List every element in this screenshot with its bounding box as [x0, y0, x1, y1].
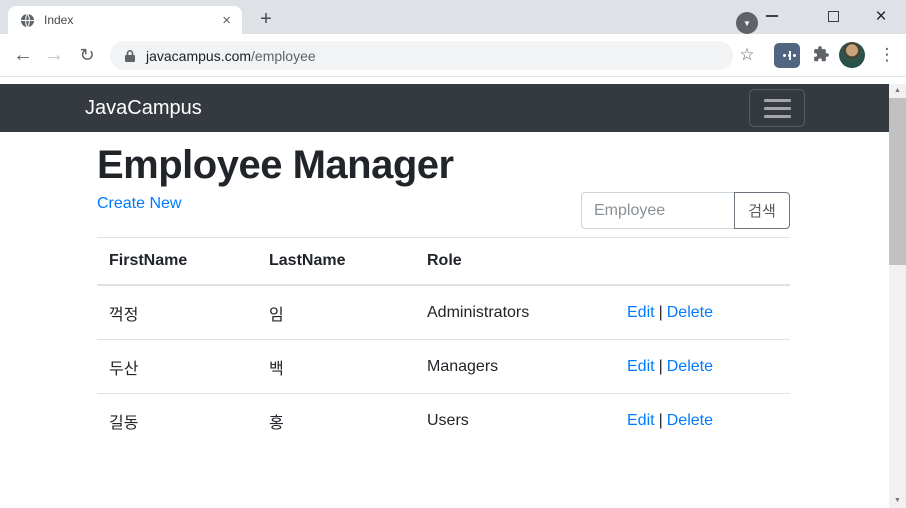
- table-row: 길동 홍 Users Edit|Delete: [97, 394, 790, 448]
- extensions-puzzle-icon[interactable]: [811, 46, 829, 69]
- header-role: Role: [415, 238, 615, 286]
- browser-menu-icon[interactable]: ⋮: [872, 34, 902, 76]
- navbar-toggler-button[interactable]: [749, 89, 805, 127]
- action-separator: |: [655, 358, 667, 375]
- window-maximize-button[interactable]: [816, 0, 850, 32]
- cell-firstname: 길동: [97, 394, 257, 448]
- window-minimize-button[interactable]: [755, 0, 789, 32]
- header-lastname: LastName: [257, 238, 415, 286]
- cell-role: Administrators: [415, 285, 615, 340]
- cell-lastname: 임: [257, 285, 415, 340]
- search-input[interactable]: [581, 192, 734, 229]
- maximize-icon: [828, 11, 839, 22]
- tab-close-icon[interactable]: ×: [219, 12, 234, 29]
- scrollbar-thumb[interactable]: [889, 98, 906, 265]
- header-actions: [615, 238, 790, 286]
- minimize-icon: [766, 15, 778, 17]
- edit-link[interactable]: Edit: [627, 412, 655, 429]
- cell-firstname: 두산: [97, 340, 257, 394]
- bookmark-star-icon[interactable]: ☆: [733, 34, 761, 76]
- url-path: /employee: [251, 48, 316, 64]
- forward-icon: →: [39, 34, 69, 76]
- app-navbar: JavaCampus: [0, 84, 889, 132]
- lock-icon: [124, 49, 136, 63]
- cell-actions: Edit|Delete: [615, 394, 790, 448]
- cell-role: Managers: [415, 340, 615, 394]
- scroll-down-icon[interactable]: ▼: [889, 494, 906, 508]
- table-header-row: FirstName LastName Role: [97, 238, 790, 286]
- cell-firstname: 꺽정: [97, 285, 257, 340]
- cell-lastname: 백: [257, 340, 415, 394]
- page-scrollbar: ▲ ▼: [889, 84, 906, 508]
- tab-strip: Index × + ▼ ×: [0, 0, 906, 34]
- delete-link[interactable]: Delete: [667, 304, 713, 321]
- table-row: 꺽정 임 Administrators Edit|Delete: [97, 285, 790, 340]
- address-bar[interactable]: javacampus.com/employee: [110, 41, 733, 70]
- search-button[interactable]: 검색: [734, 192, 790, 229]
- edit-link[interactable]: Edit: [627, 304, 655, 321]
- hamburger-icon: [764, 107, 791, 110]
- extension-dots-icon: [783, 54, 786, 57]
- back-icon[interactable]: ←: [8, 34, 38, 76]
- tab-title: Index: [44, 13, 219, 27]
- delete-link[interactable]: Delete: [667, 358, 713, 375]
- cell-lastname: 홍: [257, 394, 415, 448]
- cell-actions: Edit|Delete: [615, 285, 790, 340]
- password-extension-icon[interactable]: [774, 43, 800, 68]
- action-separator: |: [655, 304, 667, 321]
- browser-tab[interactable]: Index ×: [8, 6, 242, 34]
- header-firstname: FirstName: [97, 238, 257, 286]
- reload-icon[interactable]: ↻: [72, 34, 102, 76]
- page-title: Employee Manager: [97, 132, 790, 189]
- action-separator: |: [655, 412, 667, 429]
- edit-link[interactable]: Edit: [627, 358, 655, 375]
- search-group: 검색: [581, 192, 790, 229]
- table-row: 두산 백 Managers Edit|Delete: [97, 340, 790, 394]
- delete-link[interactable]: Delete: [667, 412, 713, 429]
- hamburger-icon: [764, 115, 791, 118]
- page-content: Employee Manager Create New 검색 FirstName…: [97, 132, 790, 189]
- scroll-up-icon[interactable]: ▲: [889, 84, 906, 98]
- window-close-button[interactable]: ×: [864, 0, 898, 32]
- extension-bar-icon: [789, 51, 791, 60]
- browser-window: Index × + ▼ × ← → ↻ javacampus.com/emplo…: [0, 0, 906, 508]
- navbar-brand[interactable]: JavaCampus: [85, 84, 202, 132]
- url-domain: javacampus.com: [146, 48, 251, 64]
- cell-actions: Edit|Delete: [615, 340, 790, 394]
- cell-role: Users: [415, 394, 615, 448]
- browser-toolbar: ← → ↻ javacampus.com/employee ☆ ⋮: [0, 34, 906, 77]
- employee-table: FirstName LastName Role 꺽정 임 Administrat…: [97, 237, 790, 447]
- new-tab-icon[interactable]: +: [253, 7, 279, 33]
- hamburger-icon: [764, 99, 791, 102]
- globe-favicon-icon: [20, 13, 35, 28]
- create-new-link[interactable]: Create New: [97, 195, 181, 213]
- close-icon: ×: [875, 7, 886, 26]
- profile-avatar[interactable]: [839, 42, 865, 68]
- url-text: javacampus.com/employee: [146, 48, 316, 64]
